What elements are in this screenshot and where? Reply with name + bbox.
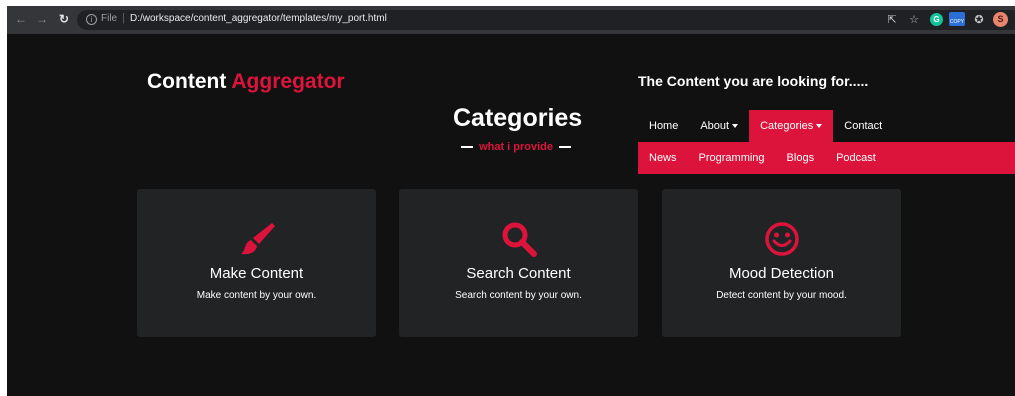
copy-extension-icon[interactable]: COPY [949, 12, 965, 26]
main-menu: Home About Categories Contact [638, 110, 893, 142]
url-text[interactable]: D:/workspace/content_aggregator/template… [130, 13, 387, 24]
menu-item-label: About [700, 120, 730, 132]
card-title: Make Content [209, 265, 304, 282]
browser-window: ← → ↻ i File | D:/workspace/content_aggr… [7, 6, 1015, 396]
menu-item-about[interactable]: About [689, 110, 749, 142]
tagline: The Content you are looking for..... [638, 73, 869, 89]
page-content: Content Aggregator The Content you are l… [7, 34, 1015, 396]
menu-item-categories[interactable]: Categories [749, 110, 834, 142]
card-search-content[interactable]: Search Content Search content by your ow… [399, 189, 638, 337]
subtitle-dash-left [461, 146, 473, 149]
url-separator: | [122, 12, 125, 24]
brand-first-word: Content [147, 70, 227, 93]
card-title: Search Content [466, 265, 571, 282]
caret-down-icon [732, 124, 739, 129]
card-description: Detect content by your mood. [716, 290, 847, 301]
reload-button[interactable]: ↻ [56, 11, 72, 27]
menu-item-label: Contact [844, 120, 883, 132]
paint-brush-icon [240, 223, 275, 255]
section-subtitle: what i provide [458, 141, 574, 153]
section-title: Categories [453, 104, 583, 132]
menu-item-label: Categories [760, 120, 814, 132]
share-icon[interactable]: ⇱ [885, 12, 899, 28]
menu-item-contact[interactable]: Contact [833, 110, 893, 142]
extensions-puzzle-icon[interactable]: ✪ [972, 12, 986, 28]
search-icon [502, 222, 537, 257]
menu-item-label: Home [649, 120, 679, 132]
url-scheme-label: File [101, 13, 118, 24]
submenu-item-blogs[interactable]: Blogs [776, 142, 826, 174]
profile-avatar[interactable]: S [993, 12, 1008, 27]
card-description: Search content by your own. [455, 290, 582, 301]
back-button[interactable]: ← [13, 11, 29, 27]
subtitle-text: what i provide [479, 141, 554, 153]
menu-item-home[interactable]: Home [638, 110, 689, 142]
grammarly-extension-icon[interactable]: G [930, 13, 943, 26]
browser-toolbar: ← → ↻ i File | D:/workspace/content_aggr… [7, 6, 1015, 34]
caret-down-icon [816, 124, 823, 129]
forward-button[interactable]: → [34, 11, 50, 27]
smile-icon [764, 222, 799, 256]
submenu-item-programming[interactable]: Programming [688, 142, 776, 174]
submenu-item-news[interactable]: News [638, 142, 688, 174]
site-brand[interactable]: Content Aggregator [147, 70, 345, 94]
submenu-item-podcast[interactable]: Podcast [825, 142, 887, 174]
card-make-content[interactable]: Make Content Make content by your own. [137, 189, 376, 337]
brand-accent-word: Aggregator [231, 70, 345, 93]
subtitle-dash-right [559, 146, 572, 149]
info-icon[interactable]: i [86, 14, 97, 25]
categories-submenu: News Programming Blogs Podcast [638, 142, 1015, 174]
card-description: Make content by your own. [196, 290, 317, 301]
card-mood-detection[interactable]: Mood Detection Detect content by your mo… [662, 189, 901, 337]
address-bar[interactable]: i File | D:/workspace/content_aggregator… [77, 10, 1015, 30]
card-title: Mood Detection [728, 265, 835, 282]
bookmark-star-icon[interactable]: ☆ [907, 12, 921, 28]
